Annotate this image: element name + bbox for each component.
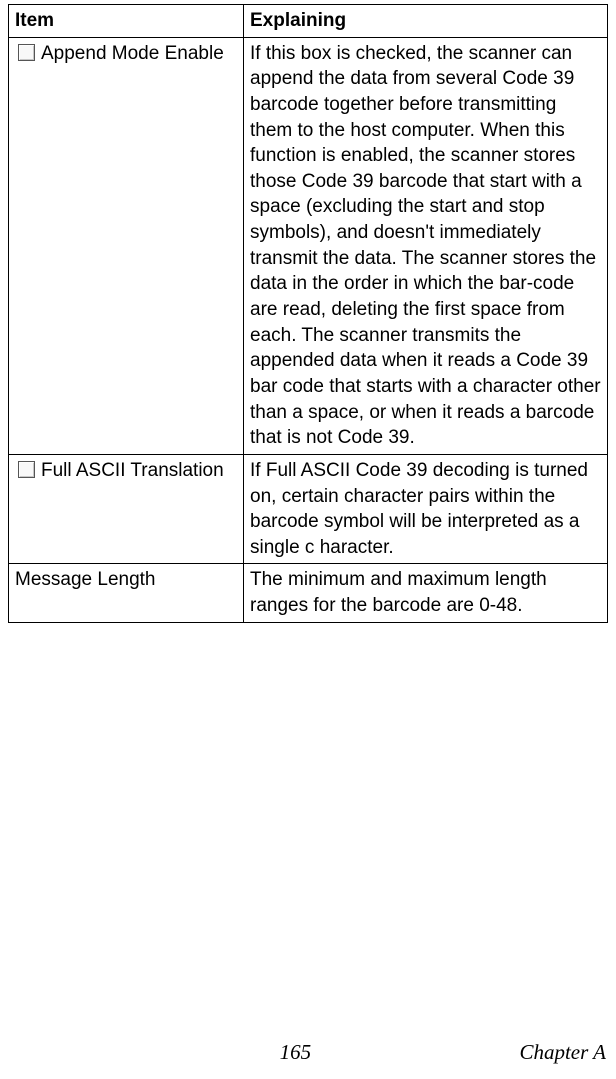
- explaining-cell: The minimum and maximum length ranges fo…: [244, 564, 608, 622]
- header-explaining: Explaining: [244, 5, 608, 38]
- item-cell: Append Mode Enable: [9, 37, 244, 454]
- checkbox-icon[interactable]: [18, 44, 35, 61]
- item-cell: Message Length: [9, 564, 244, 622]
- settings-table: Item Explaining Append Mode Enable If th…: [8, 4, 608, 623]
- item-label: Append Mode Enable: [41, 43, 224, 64]
- table-header-row: Item Explaining: [9, 5, 608, 38]
- page-content: Item Explaining Append Mode Enable If th…: [0, 0, 616, 623]
- page-footer: 165 Chapter A: [0, 1040, 616, 1065]
- table-row: Message Length The minimum and maximum l…: [9, 564, 608, 622]
- item-label: Message Length: [15, 569, 156, 590]
- chapter-label: Chapter A: [519, 1040, 606, 1065]
- explaining-cell: If this box is checked, the scanner can …: [244, 37, 608, 454]
- header-item: Item: [9, 5, 244, 38]
- table-row: Full ASCII Translation If Full ASCII Cod…: [9, 454, 608, 564]
- page-number: 165: [280, 1040, 312, 1065]
- checkbox-icon[interactable]: [18, 461, 35, 478]
- table-row: Append Mode Enable If this box is checke…: [9, 37, 608, 454]
- item-cell: Full ASCII Translation: [9, 454, 244, 564]
- explaining-cell: If Full ASCII Code 39 decoding is turned…: [244, 454, 608, 564]
- item-label: Full ASCII Translation: [41, 460, 224, 481]
